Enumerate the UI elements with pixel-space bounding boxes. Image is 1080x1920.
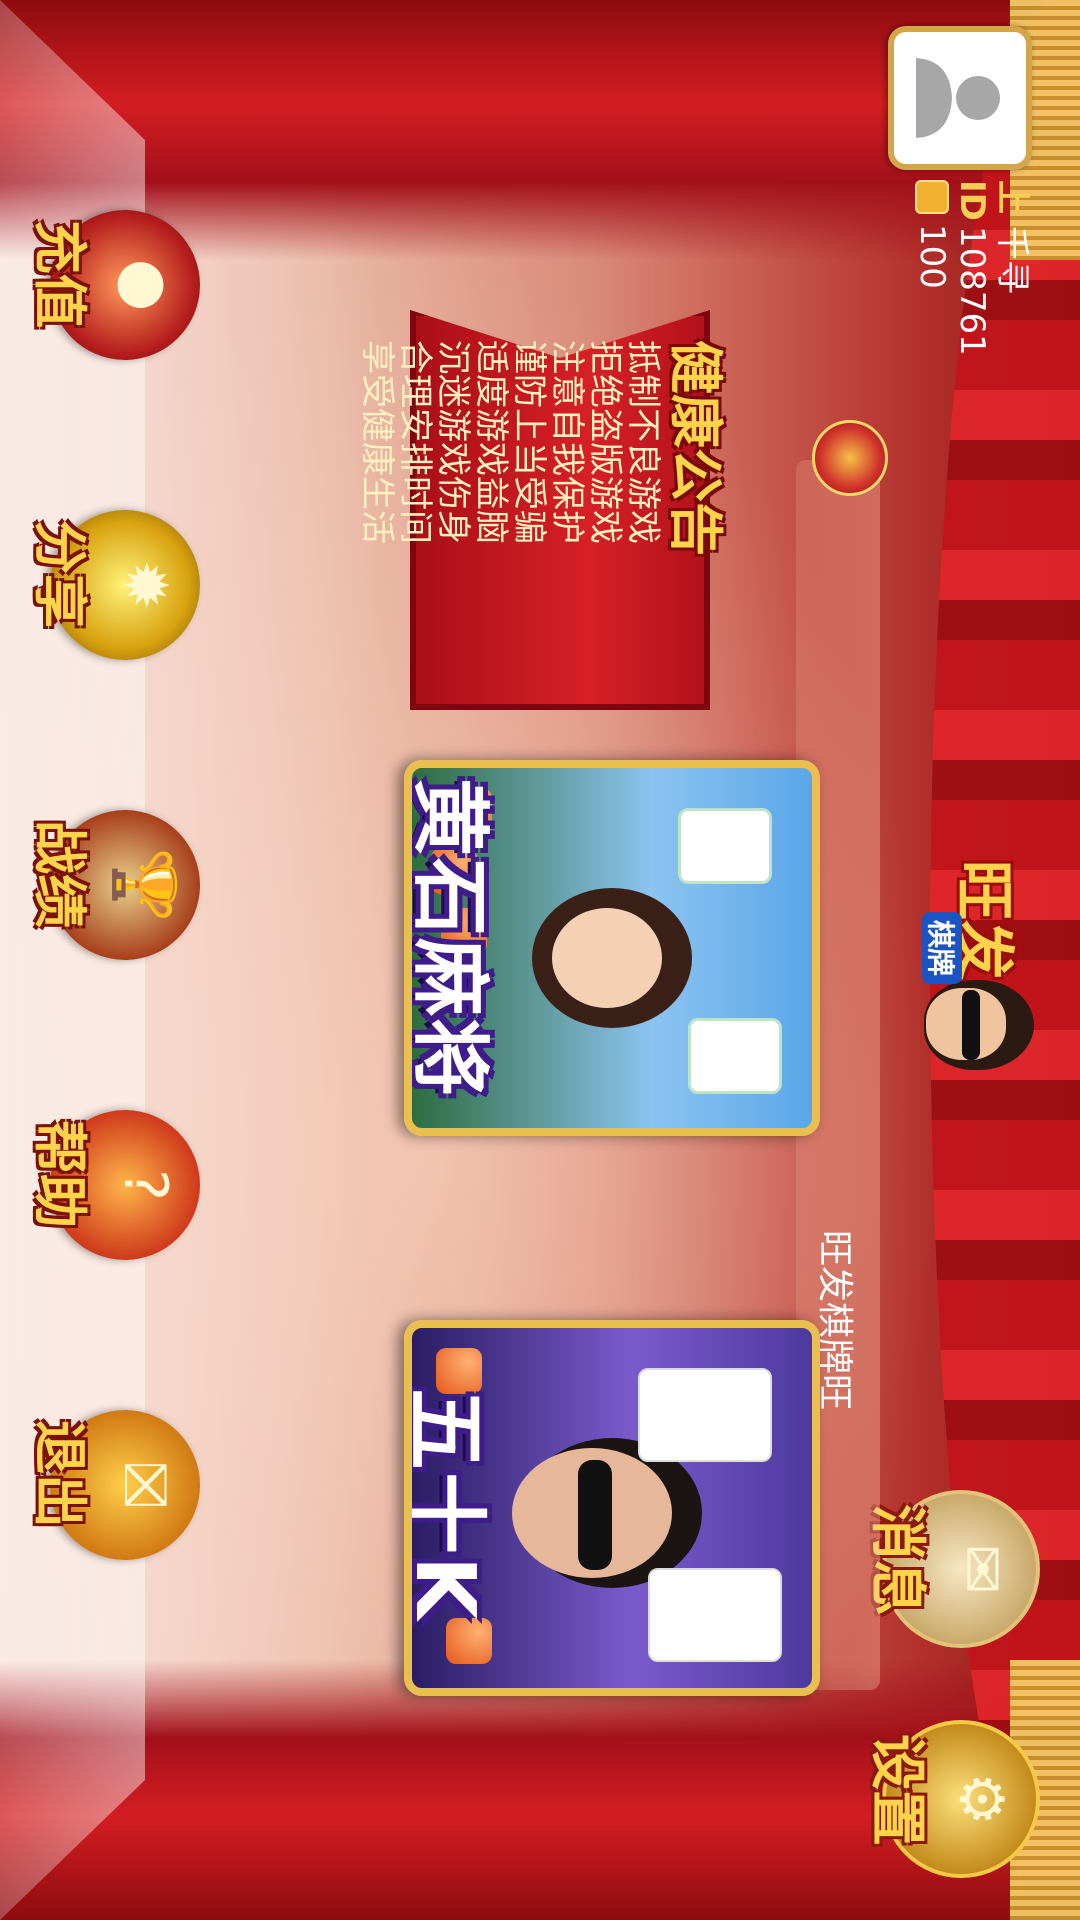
user-id-row: ID 108761 bbox=[952, 180, 992, 440]
logo-mascot-glasses bbox=[962, 990, 980, 1060]
announcement-horn-icon[interactable] bbox=[812, 420, 888, 496]
notice-line: 享受健康生活 bbox=[357, 340, 397, 544]
share-button[interactable]: ✹ 分享 bbox=[28, 510, 200, 660]
user-coin-row: 100 bbox=[912, 180, 952, 440]
trophy-icon: 🏆 bbox=[109, 847, 179, 923]
lobby-stage: 上 千寻 ID 108761 100 旺发 棋牌 ✉ 消息 ⚙ 设置 旺发棋牌旺… bbox=[0, 0, 1080, 1920]
scroll-icon: ✉ bbox=[946, 1543, 1016, 1595]
room-card-icon bbox=[915, 180, 949, 214]
recharge-icon: ● bbox=[110, 258, 180, 312]
avatar[interactable] bbox=[888, 26, 1032, 170]
recharge-label: 充值 bbox=[28, 220, 91, 328]
dice-icon bbox=[446, 1618, 492, 1664]
gear-icon: ⚙ bbox=[946, 1772, 1016, 1826]
mahjong-character-face bbox=[552, 908, 662, 1008]
record-label: 战绩 bbox=[28, 820, 91, 928]
user-name-row: 上 千寻 bbox=[992, 180, 1032, 440]
notice-line: 合理安排时间 bbox=[395, 340, 435, 544]
settings-button[interactable]: ⚙ 设置 bbox=[864, 1720, 1040, 1878]
mahjong-tile bbox=[688, 1018, 782, 1094]
user-id: 108761 bbox=[952, 226, 992, 356]
user-name-label: 上 bbox=[992, 180, 1032, 214]
help-label: 帮助 bbox=[28, 1120, 91, 1228]
share-icon: ✹ bbox=[110, 559, 180, 611]
notice-line: 抵制不良游戏 bbox=[623, 340, 663, 544]
game-card-mahjong[interactable]: 黄石麻将 bbox=[404, 760, 820, 1136]
playing-card-icon bbox=[648, 1568, 782, 1662]
help-icon: ? bbox=[110, 1169, 180, 1201]
playing-card-icon bbox=[638, 1368, 772, 1462]
notice-lines: 抵制不良游戏 拒绝盗版游戏 注意自我保护 谨防上当受骗 适度游戏益脑 沉迷游戏伤身 合理安排… bbox=[357, 340, 663, 544]
exit-icon: ⛝ bbox=[110, 1462, 180, 1508]
user-info: 上 千寻 ID 108761 100 bbox=[912, 180, 1032, 440]
sunglasses-icon bbox=[578, 1460, 612, 1570]
settings-label: 设置 bbox=[864, 1734, 929, 1846]
game-card-poker[interactable]: 五十K bbox=[404, 1320, 820, 1696]
message-button[interactable]: ✉ 消息 bbox=[864, 1490, 1040, 1648]
notice-line: 沉迷游戏伤身 bbox=[433, 340, 473, 544]
user-id-label: ID bbox=[952, 180, 992, 221]
logo-subtitle: 棋牌 bbox=[922, 912, 962, 985]
help-button[interactable]: ? 帮助 bbox=[28, 1110, 200, 1260]
user-name: 千寻 bbox=[992, 226, 1032, 294]
record-button[interactable]: 🏆 战绩 bbox=[28, 810, 200, 960]
exit-button[interactable]: ⛝ 退出 bbox=[28, 1410, 200, 1560]
avatar-placeholder-icon bbox=[916, 58, 1000, 138]
share-label: 分享 bbox=[28, 520, 91, 628]
notice-title: 健康公告 bbox=[664, 340, 727, 556]
game-title-mahjong: 黄石麻将 bbox=[404, 778, 494, 1099]
game-lobby-screen: 上 千寻 ID 108761 100 旺发 棋牌 ✉ 消息 ⚙ 设置 旺发棋牌旺… bbox=[0, 0, 1080, 1920]
notice-line: 注意自我保护 bbox=[547, 340, 587, 544]
notice-content: 健康公告 抵制不良游戏 拒绝盗版游戏 注意自我保护 谨防上当受骗 适度游戏益脑 沉迷游戏伤… bbox=[357, 340, 740, 760]
mahjong-tile bbox=[678, 808, 772, 884]
notice-line: 适度游戏益脑 bbox=[471, 340, 511, 544]
notice-line: 拒绝盗版游戏 bbox=[585, 340, 625, 544]
notice-line: 谨防上当受骗 bbox=[509, 340, 549, 544]
game-title-poker: 五十K bbox=[404, 1388, 492, 1622]
user-coins: 100 bbox=[912, 224, 952, 289]
recharge-button[interactable]: ● 充值 bbox=[28, 210, 200, 360]
logo: 旺发 棋牌 bbox=[912, 860, 1062, 1080]
exit-label: 退出 bbox=[28, 1420, 91, 1528]
